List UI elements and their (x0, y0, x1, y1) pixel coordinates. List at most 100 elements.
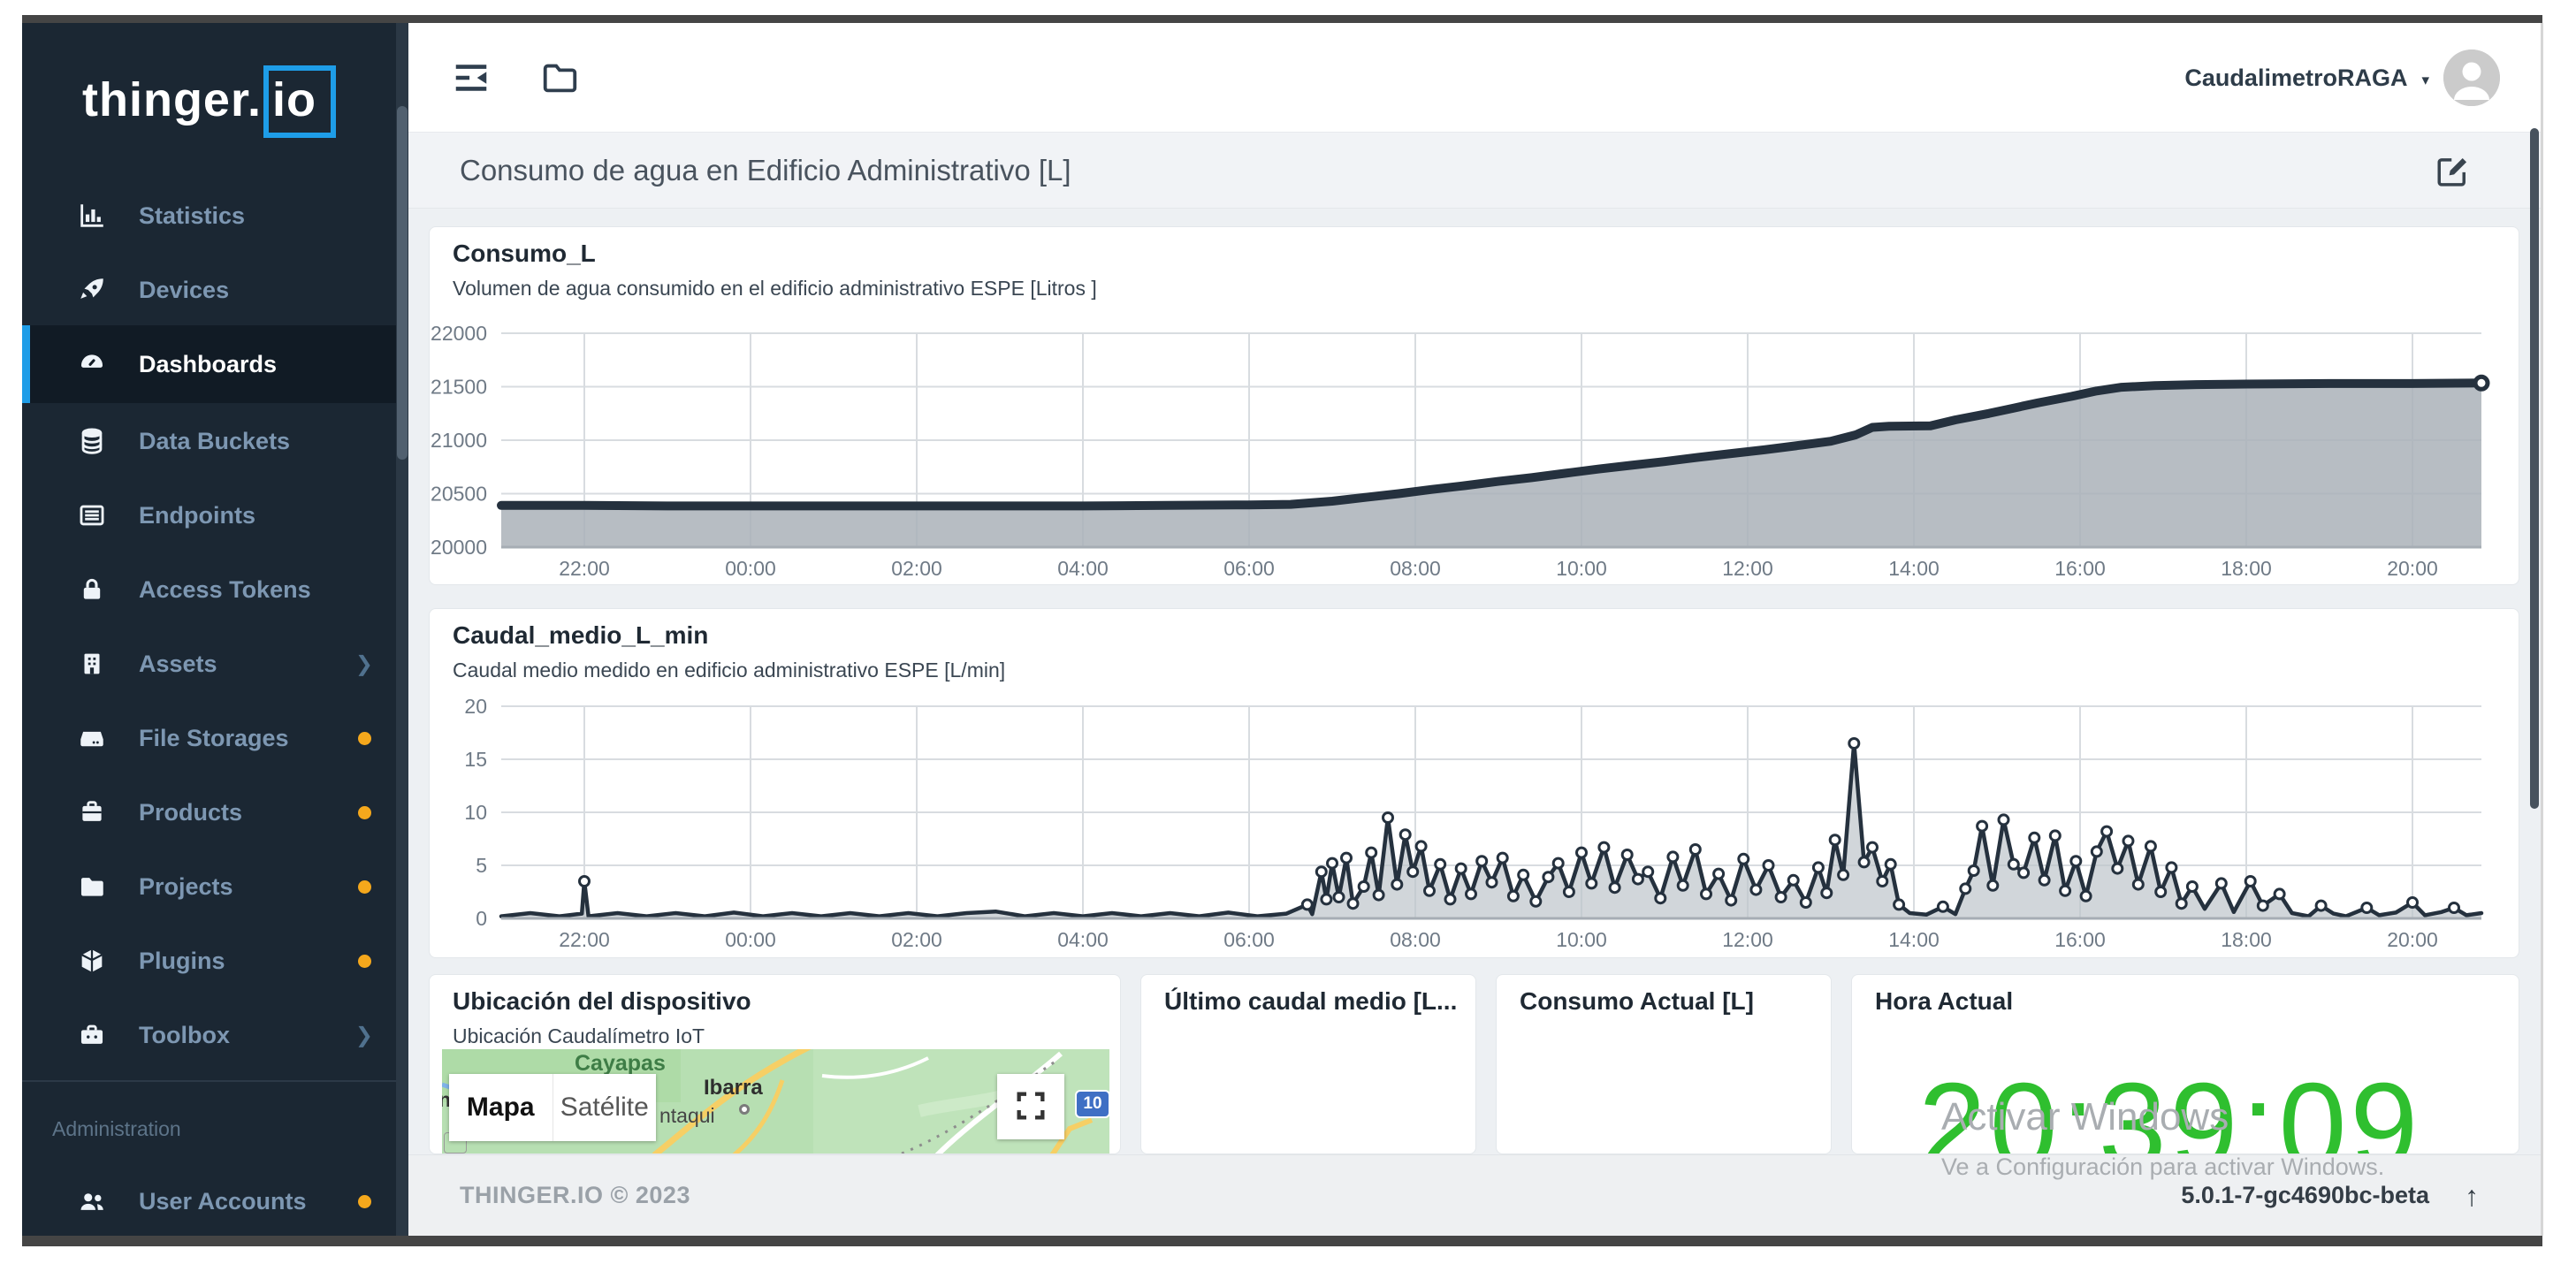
svg-text:02:00: 02:00 (891, 557, 942, 580)
rocket-icon (77, 275, 107, 305)
chevron-right-icon: ❯ (355, 651, 373, 677)
svg-text:10:00: 10:00 (1556, 557, 1607, 580)
list-icon (77, 500, 107, 530)
svg-text:12:00: 12:00 (1722, 557, 1773, 580)
database-icon (77, 426, 107, 456)
sidebar-item-assets[interactable]: Assets ❯ (22, 627, 396, 701)
widget-caudal-chart: Caudal_medio_L_min Caudal medio medido e… (429, 608, 2519, 958)
fullscreen-icon (1013, 1088, 1048, 1123)
topbar: CaudalimetroRAGA ▾ (408, 23, 2541, 133)
edit-pencil-icon (2435, 153, 2473, 190)
sidebar: thinger.io Statistics Devices Dashboards… (22, 23, 396, 1236)
sidebar-item-toolbox[interactable]: Toolbox ❯ (22, 998, 396, 1072)
sidebar-divider (22, 1080, 396, 1082)
svg-text:15: 15 (464, 748, 487, 771)
svg-text:21000: 21000 (431, 429, 487, 452)
svg-text:06:00: 06:00 (1223, 557, 1275, 580)
svg-text:02:00: 02:00 (891, 928, 942, 951)
widget-title: Caudal_medio_L_min (453, 621, 708, 650)
sidebar-item-label: Projects (139, 873, 233, 901)
svg-text:22000: 22000 (431, 322, 487, 345)
notification-dot (358, 1195, 371, 1208)
notification-dot (358, 955, 371, 968)
platform-version: 5.0.1-7-gc4690bc-beta (2181, 1182, 2429, 1209)
svg-text:18:00: 18:00 (2221, 557, 2272, 580)
svg-text:16:00: 16:00 (2054, 557, 2106, 580)
map-label-town: ntaqui (659, 1104, 715, 1128)
edit-dashboard-button[interactable] (2435, 152, 2473, 191)
folder-outline-icon (539, 57, 585, 98)
sidebar-item-devices[interactable]: Devices (22, 253, 396, 327)
sidebar-item-endpoints[interactable]: Endpoints (22, 478, 396, 552)
avatar[interactable] (2443, 49, 2500, 106)
widget-subtitle: Volumen de agua consumido en el edificio… (453, 277, 1097, 301)
page-title: Consumo de agua en Edificio Administrati… (408, 154, 1071, 187)
svg-text:12:00: 12:00 (1722, 928, 1773, 951)
sidebar-item-user-accounts[interactable]: User Accounts (22, 1164, 396, 1236)
map-type-control: Mapa Satélite (449, 1074, 656, 1141)
svg-text:20:00: 20:00 (2387, 928, 2438, 951)
svg-text:14:00: 14:00 (1888, 928, 1940, 951)
map-road-shield: 10 (1075, 1090, 1109, 1118)
footer: THINGER.IO © 2023 5.0.1-7-gc4690bc-beta … (408, 1154, 2541, 1236)
sidebar-scrollbar-thumb[interactable] (397, 106, 408, 460)
sidebar-item-label: Assets (139, 651, 217, 678)
sidebar-item-label: Endpoints (139, 502, 255, 529)
sidebar-item-projects[interactable]: Projects (22, 849, 396, 924)
sidebar-item-label: Products (139, 799, 242, 826)
widget-title: Ubicación del dispositivo (453, 987, 751, 1016)
widget-subtitle: Caudal medio medido en edificio administ… (453, 659, 1005, 682)
widget-hora-actual: Hora Actual 20:39:09 (1851, 974, 2519, 1154)
sidebar-item-label: Access Tokens (139, 576, 311, 604)
caudal-line-chart[interactable]: 0510152022:0000:0002:0004:0006:0008:0010… (431, 694, 2519, 957)
notification-dot (358, 732, 371, 745)
sidebar-item-statistics[interactable]: Statistics (22, 179, 396, 253)
consumo-area-chart[interactable]: 200002050021000215002200022:0000:0002:00… (431, 314, 2519, 584)
box-icon (77, 797, 107, 827)
svg-text:16:00: 16:00 (2054, 928, 2106, 951)
sidebar-item-label: User Accounts (139, 1188, 307, 1215)
person-icon (2443, 49, 2500, 106)
thinger-logo[interactable]: thinger.io (22, 65, 396, 138)
sidebar-item-dashboards[interactable]: Dashboards (22, 325, 396, 403)
logo-box: io (263, 65, 336, 138)
window-bottom-edge (22, 1236, 2542, 1246)
map-button-mapa[interactable]: Mapa (449, 1074, 553, 1141)
dashboard-title-bar: Consumo de agua en Edificio Administrati… (408, 133, 2541, 209)
plugin-icon (77, 946, 107, 976)
widget-title: Hora Actual (1875, 987, 2013, 1016)
sidebar-item-label: Plugins (139, 948, 225, 975)
svg-text:00:00: 00:00 (725, 928, 776, 951)
svg-text:21500: 21500 (431, 376, 487, 399)
sidebar-item-file-storages[interactable]: File Storages (22, 701, 396, 775)
widget-title: Último caudal medio [L... (1164, 987, 1457, 1016)
svg-text:08:00: 08:00 (1390, 928, 1441, 951)
widget-title: Consumo_L (453, 240, 596, 268)
map-button-satelite[interactable]: Satélite (553, 1074, 657, 1141)
user-menu[interactable]: CaudalimetroRAGA ▾ (2184, 23, 2500, 133)
map-fullscreen-button[interactable] (997, 1074, 1064, 1139)
svg-text:20000: 20000 (431, 536, 487, 559)
building-icon (77, 649, 107, 679)
sidebar-toggle-button[interactable] (451, 55, 497, 101)
svg-text:22:00: 22:00 (559, 557, 610, 580)
sidebar-item-products[interactable]: Products (22, 775, 396, 849)
dashboards-folder-button[interactable] (539, 55, 585, 101)
svg-text:20:00: 20:00 (2387, 557, 2438, 580)
folder-icon (77, 872, 107, 902)
main-scrollbar-thumb[interactable] (2530, 128, 2539, 809)
scroll-top-button[interactable]: ↑ (2459, 1181, 2484, 1211)
svg-text:18:00: 18:00 (2221, 928, 2272, 951)
sidebar-item-access-tokens[interactable]: Access Tokens (22, 552, 396, 627)
lock-icon (77, 575, 107, 605)
drive-icon (77, 723, 107, 753)
widget-consumo-chart: Consumo_L Volumen de agua consumido en e… (429, 226, 2519, 585)
toolbox-icon (77, 1020, 107, 1050)
map-label-city: Ibarra (704, 1076, 763, 1100)
google-map[interactable]: Cayapas Ibarra ntaqui nd 10 Mapa Satélit… (442, 1049, 1109, 1154)
footer-copyright: THINGER.IO © 2023 (460, 1182, 690, 1209)
sidebar-section-administration: Administration (52, 1117, 181, 1141)
caret-down-icon: ▾ (2421, 72, 2429, 89)
sidebar-item-data-buckets[interactable]: Data Buckets (22, 404, 396, 478)
sidebar-item-plugins[interactable]: Plugins (22, 924, 396, 998)
